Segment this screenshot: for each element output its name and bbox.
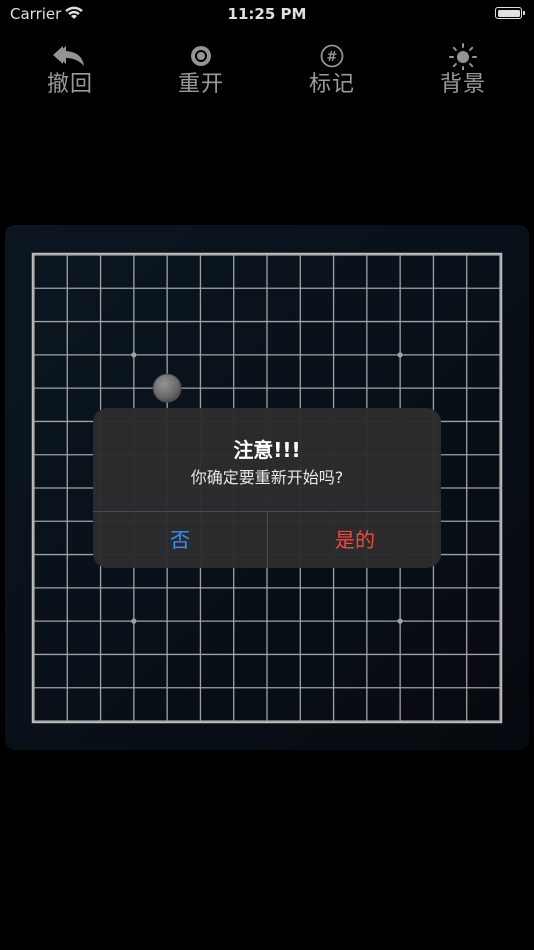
- restart-confirm-dialog: 注意!!! 你确定要重新开始吗? 否 是的: [93, 408, 441, 568]
- yes-button[interactable]: 是的: [268, 512, 441, 568]
- dialog-title: 注意!!!: [233, 438, 301, 462]
- dialog-message: 你确定要重新开始吗?: [190, 468, 344, 487]
- no-button[interactable]: 否: [93, 512, 267, 568]
